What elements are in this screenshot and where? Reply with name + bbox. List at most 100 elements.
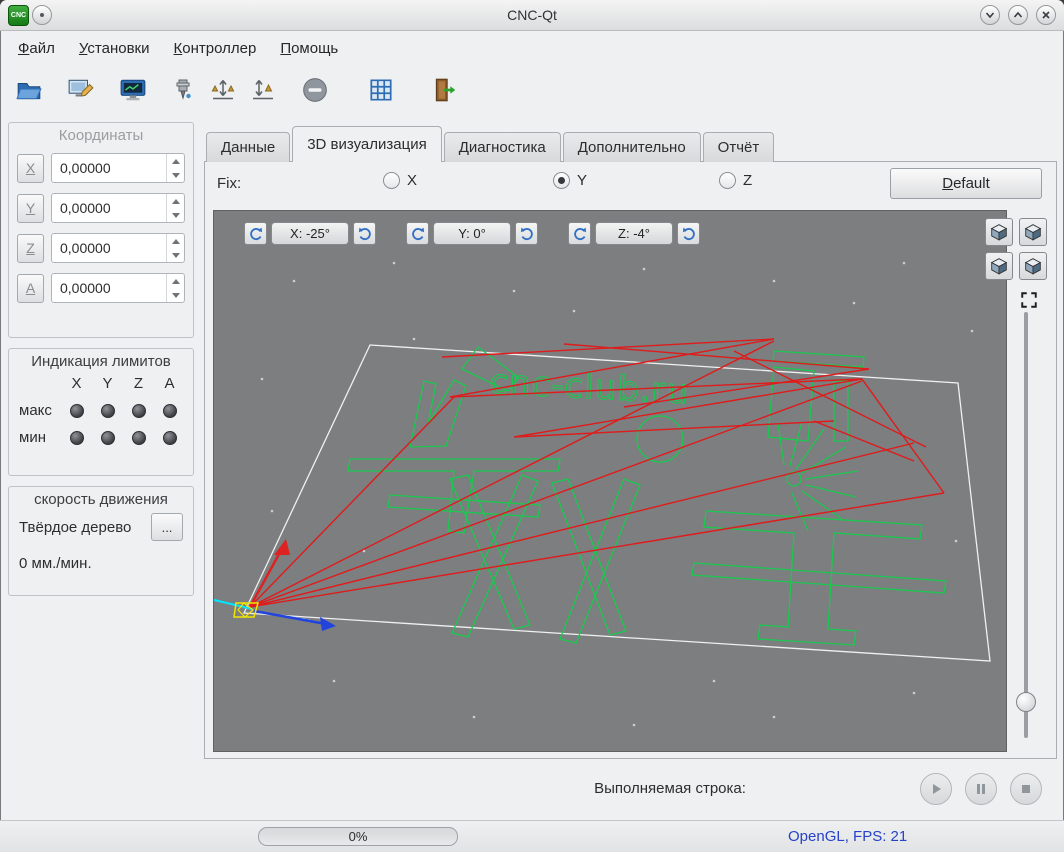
fix-option-x[interactable]: X (383, 172, 417, 189)
menu-help[interactable]: Помощь (268, 34, 350, 63)
rotate-cw-icon (357, 226, 373, 242)
coordinates-group: Координаты X 0,00000 Y 0,00000 Z 0,00000 (8, 122, 194, 338)
rotate-z-cw-button[interactable] (677, 222, 700, 245)
fix-radio-y[interactable] (553, 172, 570, 189)
open-file-button[interactable] (10, 70, 48, 110)
axis-z-button[interactable]: Z (17, 233, 44, 263)
menu-settings[interactable]: Установки (67, 34, 162, 63)
material-label: Твёрдое дерево (19, 518, 132, 536)
view-left-button[interactable] (985, 252, 1013, 280)
coord-y-spinbox[interactable]: 0,00000 (51, 193, 185, 223)
gl-viewport[interactable]: X: -25° Y: 0° Z: -4° cnc-club.ru (213, 210, 1007, 752)
tab-diagnostics[interactable]: Диагностика (443, 132, 561, 162)
close-button[interactable] (1036, 5, 1056, 25)
view-cube-left-icon (990, 257, 1008, 275)
limits-row-min-label: мин (19, 429, 46, 446)
limits-group: Индикация лимитов X Y Z A макс мин (8, 348, 194, 476)
axis-y-button[interactable]: Y (17, 193, 44, 223)
tab-additional[interactable]: Дополнительно (562, 132, 701, 162)
rotate-cw-icon (519, 226, 535, 242)
coord-z-spinbox[interactable]: 0,00000 (51, 233, 185, 263)
rotate-y-angle[interactable]: Y: 0° (433, 222, 511, 245)
pause-icon (977, 784, 985, 794)
limits-row-max-label: макс (19, 402, 52, 419)
rotate-x-angle[interactable]: X: -25° (271, 222, 349, 245)
coordinates-title: Координаты (58, 127, 144, 144)
stop-icon (303, 78, 327, 102)
rotate-ccw-icon (572, 226, 588, 242)
material-more-button[interactable]: ... (151, 513, 183, 541)
coord-x-spin-arrows[interactable] (166, 154, 184, 182)
edit-settings-icon (68, 79, 94, 97)
view-iso-button[interactable] (1019, 252, 1047, 280)
visualization-panel: Fix: X Y Z Default X: -25° Y: 0° Z: -4° … (204, 161, 1057, 759)
axis-x-button[interactable]: X (17, 153, 44, 183)
rotate-y-cw-button[interactable] (515, 222, 538, 245)
exit-door-icon (435, 78, 456, 102)
titlebar[interactable]: CNC CNC-Qt (0, 0, 1064, 31)
zoom-slider-handle[interactable] (1016, 692, 1036, 712)
rotate-y-ccw-button[interactable] (406, 222, 429, 245)
rotate-z-ccw-button[interactable] (568, 222, 591, 245)
rotate-z-angle[interactable]: Z: -4° (595, 222, 673, 245)
menu-file[interactable]: Файл (6, 34, 67, 63)
exit-button[interactable] (426, 70, 464, 110)
measure-tool-button[interactable] (206, 70, 240, 110)
limit-led-max-z (131, 403, 146, 418)
tab-data[interactable]: Данные (206, 132, 291, 162)
coord-y-spin-arrows[interactable] (166, 194, 184, 222)
limit-led-min-a (162, 430, 177, 445)
limit-led-max-x (69, 403, 84, 418)
limits-col-x: X (71, 375, 82, 392)
fit-view-button[interactable] (1017, 288, 1041, 312)
run-button[interactable] (920, 773, 952, 805)
scale-z-icon (253, 80, 273, 100)
opengl-fps-label: OpenGL, FPS: 21 (788, 828, 908, 845)
speed-value: 0 мм./мин. (19, 555, 92, 572)
tab-bar: Данные 3D визуализация Диагностика Допол… (206, 126, 776, 162)
grid-button[interactable] (362, 70, 400, 110)
speed-title: скорость движения (34, 491, 168, 508)
fix-radio-x[interactable] (383, 172, 400, 189)
coord-a-value: 0,00000 (60, 280, 111, 296)
default-button[interactable]: Default (890, 168, 1042, 199)
limits-title: Индикация лимитов (31, 353, 171, 370)
maximize-button[interactable] (1008, 5, 1028, 25)
speed-group: скорость движения Твёрдое дерево ... 0 м… (8, 486, 194, 596)
coord-row-z: Z 0,00000 (17, 233, 185, 263)
controller-settings-button[interactable] (114, 70, 152, 110)
coord-z-spin-arrows[interactable] (166, 234, 184, 262)
pause-button[interactable] (965, 773, 997, 805)
program-settings-button[interactable] (62, 70, 100, 110)
rotate-z-group: Z: -4° (568, 222, 700, 245)
emergency-stop-button[interactable] (298, 70, 332, 110)
limit-led-max-a (162, 403, 177, 418)
grid-icon (370, 79, 392, 101)
coord-a-spinbox[interactable]: 0,00000 (51, 273, 185, 303)
fix-label: Fix: (217, 175, 242, 192)
view-cube-top-icon (990, 223, 1008, 241)
zoom-slider-track[interactable] (1024, 312, 1028, 738)
rotate-x-cw-button[interactable] (353, 222, 376, 245)
stop-button[interactable] (1010, 773, 1042, 805)
tab-report[interactable]: Отчёт (702, 132, 775, 162)
close-icon (1042, 11, 1050, 19)
fix-option-z[interactable]: Z (719, 172, 752, 189)
view-top-button[interactable] (985, 218, 1013, 246)
limits-col-y: Y (102, 375, 113, 392)
coord-y-value: 0,00000 (60, 200, 111, 216)
coord-a-spin-arrows[interactable] (166, 274, 184, 302)
rotate-x-ccw-button[interactable] (244, 222, 267, 245)
view-cube-front-icon (1024, 223, 1042, 241)
rotation-controls: X: -25° Y: 0° Z: -4° (244, 222, 700, 245)
minimize-button[interactable] (980, 5, 1000, 25)
tab-3d-visualization[interactable]: 3D визуализация (292, 126, 442, 162)
view-front-button[interactable] (1019, 218, 1047, 246)
fix-radio-z[interactable] (719, 172, 736, 189)
tool-offset-button[interactable] (246, 70, 280, 110)
axis-a-button[interactable]: A (17, 273, 44, 303)
spindle-button[interactable] (166, 70, 200, 110)
menu-controller[interactable]: Контроллер (162, 34, 269, 63)
coord-x-spinbox[interactable]: 0,00000 (51, 153, 185, 183)
fix-option-y[interactable]: Y (553, 172, 587, 189)
